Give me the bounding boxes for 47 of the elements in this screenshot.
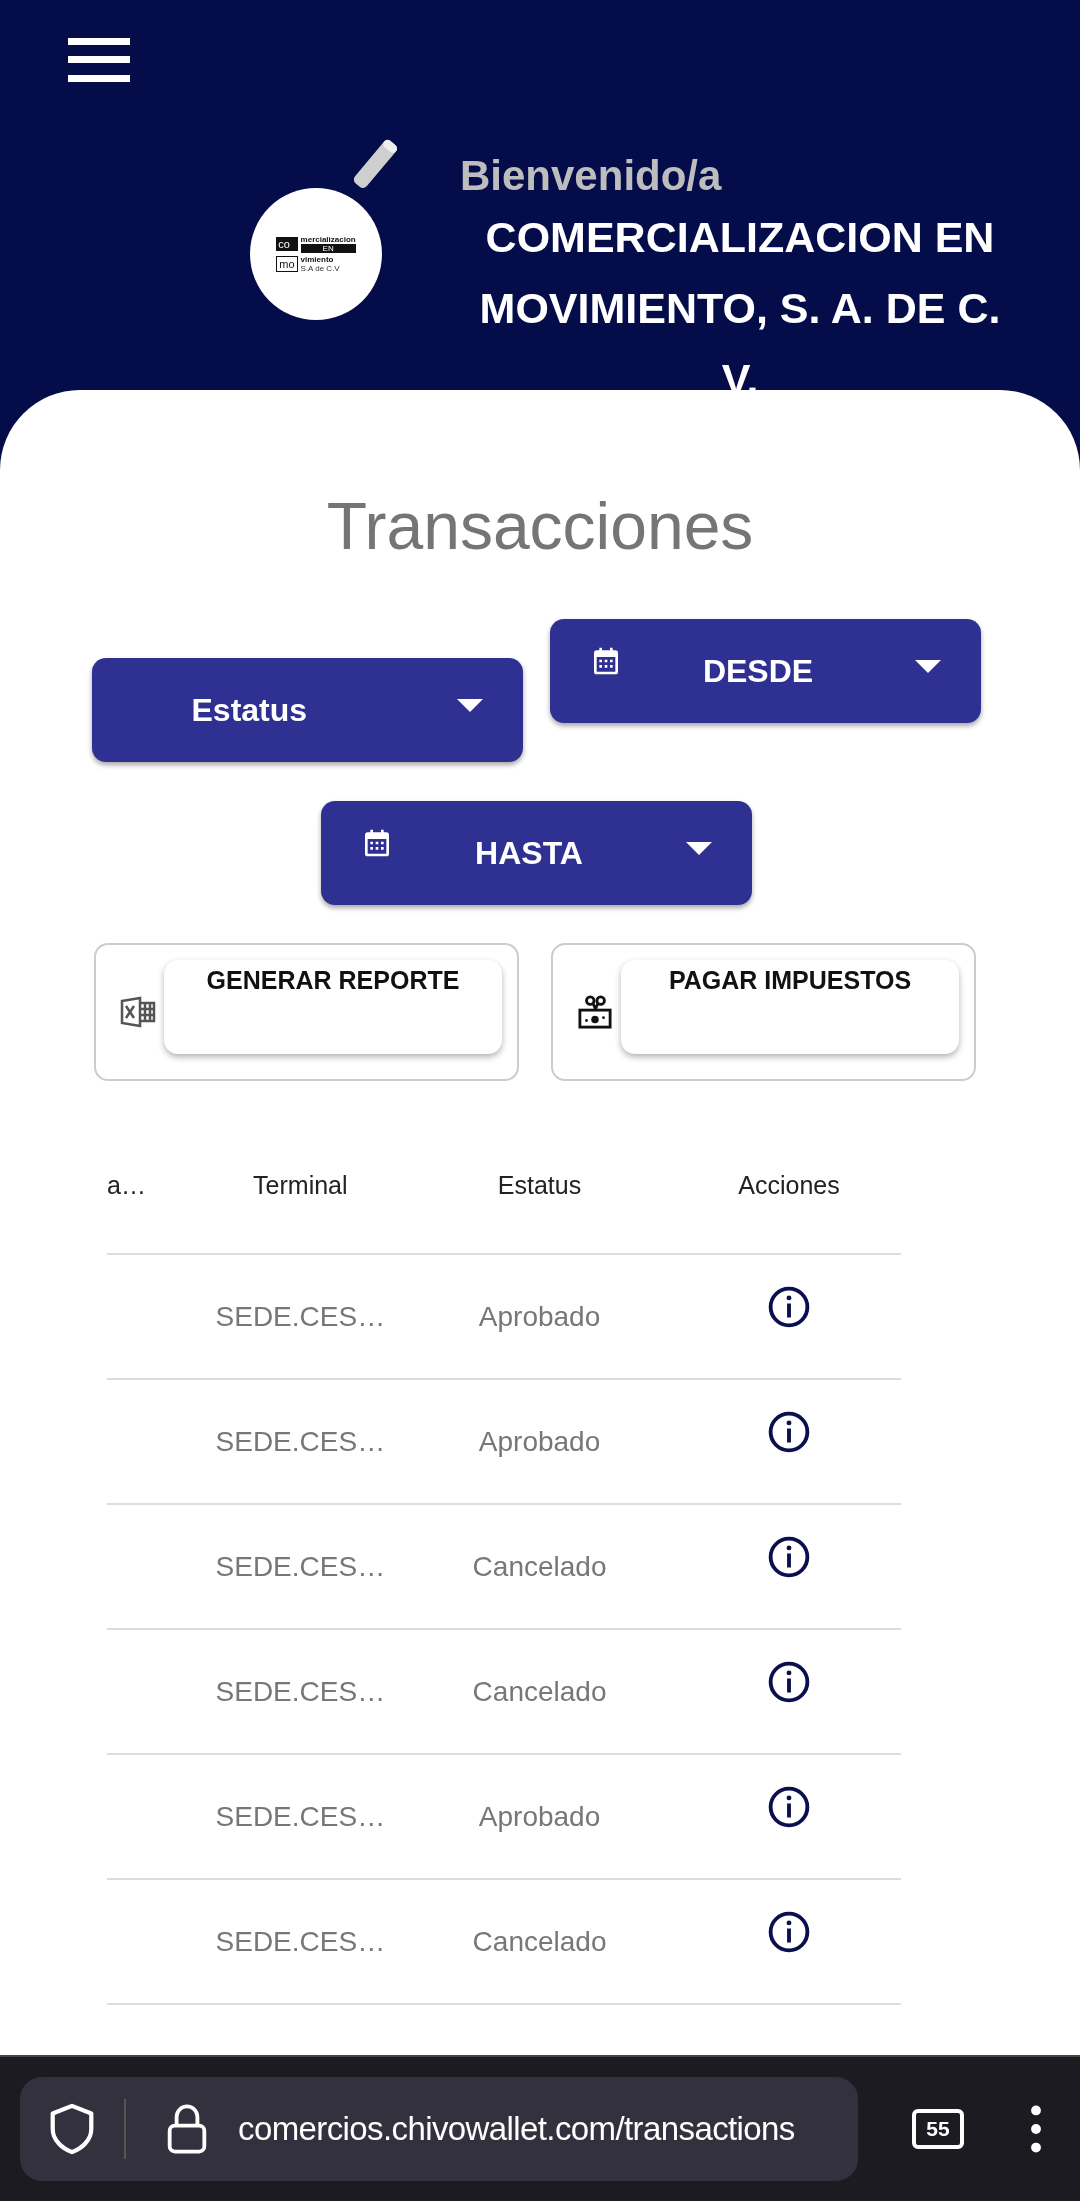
info-icon[interactable]: [768, 1785, 810, 1828]
logo-text: S.A de C.V: [300, 264, 341, 273]
page-title: Transacciones: [325, 488, 755, 564]
menu-icon[interactable]: [68, 38, 130, 82]
table-cell-text: SEDE.CES…: [214, 1425, 387, 1458]
caret-icon: [456, 698, 483, 712]
info-icon[interactable]: [768, 1285, 810, 1328]
info-icon[interactable]: [768, 1660, 810, 1703]
logo-text: co: [276, 237, 298, 251]
table-cell-text: Cancelado: [471, 1675, 608, 1708]
lock-icon: [166, 2103, 208, 2155]
report-button[interactable]: GENERAR REPORTE: [164, 960, 502, 1054]
table-cell-text: SEDE.CES…: [214, 1800, 387, 1833]
table-cell-text: SEDE.CES…: [214, 1300, 387, 1333]
pay-taxes-button[interactable]: PAGAR IMPUESTOS: [621, 960, 959, 1054]
money-icon: [577, 995, 613, 1029]
logo-text: mercializacion: [300, 235, 356, 244]
date-dropdown[interactable]: DESDE: [549, 619, 981, 723]
logo-text: EN: [300, 244, 356, 253]
more-icon[interactable]: [1030, 2105, 1042, 2153]
address-bar[interactable]: comercios.chivowallet.com/transactions: [20, 2077, 858, 2181]
greeting-text: Bienvenido/a: [460, 152, 723, 200]
tab-count-button[interactable]: 55: [912, 2109, 964, 2149]
info-icon[interactable]: [768, 1535, 810, 1578]
info-icon[interactable]: [768, 1910, 810, 1953]
date-dropdown[interactable]: HASTA: [320, 801, 752, 905]
table-cell-text: Cancelado: [471, 1925, 608, 1958]
table-cell-text: Aprobado: [477, 1300, 602, 1333]
status-dropdown[interactable]: Estatus: [91, 658, 523, 762]
table-cell-text: SEDE.CES…: [214, 1550, 387, 1583]
spreadsheet-icon: [120, 995, 156, 1029]
info-icon[interactable]: [768, 1410, 810, 1453]
column-header: Estatus: [496, 1171, 583, 1200]
caret-icon: [685, 841, 712, 855]
table-cell-text: Aprobado: [477, 1425, 602, 1458]
url-text: comercios.chivowallet.com/transactions: [238, 2110, 795, 2148]
logo-text: vimiento: [300, 255, 335, 264]
table-cell-text: SEDE.CES…: [214, 1675, 387, 1708]
table-cell-text: SEDE.CES…: [214, 1925, 387, 1958]
table-cell-text: Cancelado: [471, 1550, 608, 1583]
logo-text: mo: [276, 256, 298, 272]
column-header: Terminal: [252, 1171, 349, 1200]
caret-icon: [914, 659, 941, 673]
column-header: Acciones: [737, 1171, 841, 1200]
table-cell-text: Aprobado: [477, 1800, 602, 1833]
shield-icon[interactable]: [48, 2102, 96, 2156]
column-header: a…: [107, 1171, 147, 1200]
